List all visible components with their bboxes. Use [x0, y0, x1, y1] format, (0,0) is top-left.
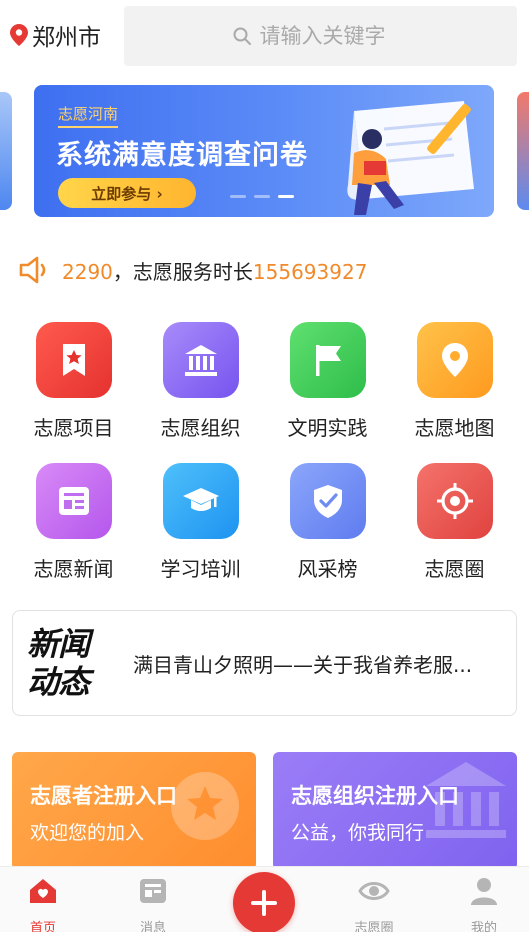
tile: [35, 463, 112, 539]
grid-item-volunteer-circle[interactable]: 志愿圈: [391, 463, 518, 604]
card-title: 志愿组织注册入口: [291, 784, 459, 808]
grid-label: 风采榜: [297, 557, 358, 581]
news-logo-line2: 动态: [27, 663, 90, 701]
grid-label: 志愿地图: [414, 416, 495, 440]
map-pin-icon: [441, 343, 468, 377]
banner-pagination: [230, 195, 294, 198]
search-input[interactable]: [259, 24, 410, 48]
shield-check-icon: [313, 485, 342, 518]
grid-label: 学习培训: [160, 557, 241, 581]
news-panel[interactable]: 新闻 动态 满目青山夕照明——关于我省养老服...: [12, 610, 517, 716]
tile: [416, 322, 493, 398]
pagination-dot[interactable]: [230, 195, 246, 198]
tile: [162, 463, 239, 539]
newspaper-icon: [58, 487, 89, 515]
grid-label: 志愿项目: [33, 416, 114, 440]
tile: [162, 322, 239, 398]
tile: [416, 463, 493, 539]
organization-register-card[interactable]: 志愿组织注册入口 公益，你我同行: [273, 752, 517, 870]
city-label: 郑州市: [32, 25, 101, 51]
target-icon: [436, 483, 473, 519]
notice-text: 2290，志愿服务时长155693927: [62, 256, 367, 285]
pagination-dot[interactable]: [254, 195, 270, 198]
city-selector[interactable]: 郑州市: [10, 18, 101, 52]
tile: [35, 322, 112, 398]
tab-label: 首页: [29, 921, 56, 932]
location-pin-icon: [10, 24, 28, 46]
card-subtitle: 公益，你我同行: [291, 822, 425, 844]
grid-label: 志愿组织: [160, 416, 241, 440]
banner-title: 系统满意度调查问卷: [56, 140, 308, 171]
tab-label: 消息: [139, 921, 166, 932]
graduation-cap-icon: [182, 488, 219, 511]
banner-prev-slide[interactable]: [0, 92, 12, 210]
notice-bar[interactable]: 2290，志愿服务时长155693927: [18, 254, 518, 286]
flag-icon: [315, 345, 341, 376]
tile: [289, 322, 366, 398]
grid-item-honor-list[interactable]: 风采榜: [264, 463, 391, 604]
speaker-icon: [19, 256, 46, 284]
bookmark-star-icon: [62, 344, 85, 376]
function-grid: 志愿项目 志愿组织 文明实践 志愿地图 志愿新闻 学习培训 风采榜 志愿圈: [10, 322, 520, 604]
search-bar[interactable]: [124, 6, 517, 66]
search-icon: [233, 27, 251, 45]
user-icon: [471, 878, 497, 905]
grid-label: 志愿圈: [424, 557, 485, 581]
grid-item-volunteer-map[interactable]: 志愿地图: [391, 322, 518, 463]
tab-home[interactable]: 首页: [3, 875, 83, 932]
notice-hours: 155693927: [252, 259, 368, 284]
banner[interactable]: 志愿河南 系统满意度调查问卷 立即参与 ›: [34, 85, 494, 217]
grid-item-volunteer-news[interactable]: 志愿新闻: [10, 463, 137, 604]
news-headline[interactable]: 满目青山夕照明——关于我省养老服...: [133, 649, 513, 678]
notice-label: ，志愿服务时长: [112, 259, 253, 284]
pagination-dot-active[interactable]: [278, 195, 294, 198]
home-heart-icon: [30, 879, 56, 903]
grid-item-training[interactable]: 学习培训: [137, 463, 264, 604]
institution-icon: [184, 345, 217, 376]
tab-mine[interactable]: 我的: [444, 875, 524, 932]
card-subtitle: 欢迎您的加入: [30, 822, 145, 844]
tile: [289, 463, 366, 539]
grid-item-volunteer-orgs[interactable]: 志愿组织: [137, 322, 264, 463]
notice-count: 2290: [62, 259, 113, 284]
news-logo-line1: 新闻: [27, 625, 90, 663]
message-board-icon: [140, 879, 166, 903]
eye-icon: [358, 882, 390, 900]
card-title: 志愿者注册入口: [30, 784, 177, 808]
tab-messages[interactable]: 消息: [113, 875, 193, 932]
banner-illustration: [347, 101, 474, 215]
grid-item-volunteer-projects[interactable]: 志愿项目: [10, 322, 137, 463]
join-now-button[interactable]: 立即参与 ›: [58, 178, 196, 208]
grid-label: 志愿新闻: [33, 557, 114, 581]
volunteer-register-card[interactable]: 志愿者注册入口 欢迎您的加入: [12, 752, 256, 870]
tab-volunteer-circle[interactable]: 志愿圈: [334, 875, 414, 932]
header: 郑州市: [0, 0, 529, 72]
plus-icon: [251, 890, 277, 916]
news-logo: 新闻 动态: [27, 625, 123, 701]
publish-add-button[interactable]: [233, 872, 295, 932]
tab-label: 我的: [470, 921, 497, 932]
grid-label: 文明实践: [287, 416, 368, 440]
banner-next-slide[interactable]: [517, 92, 529, 210]
tab-label: 志愿圈: [354, 921, 394, 932]
grid-item-civilization-practice[interactable]: 文明实践: [264, 322, 391, 463]
banner-tag: 志愿河南: [58, 103, 119, 128]
